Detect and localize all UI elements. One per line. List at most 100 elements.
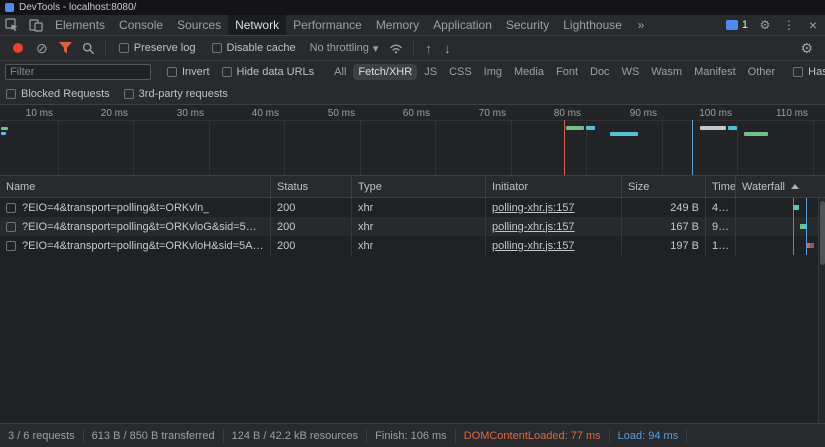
export-har-icon[interactable]: ↓	[438, 42, 457, 55]
filter-type-fetch-xhr[interactable]: Fetch/XHR	[353, 64, 418, 80]
inspect-element-icon[interactable]	[0, 15, 24, 35]
issues-bubble-icon	[725, 20, 738, 30]
invert-checkbox[interactable]: Invert	[167, 66, 210, 78]
ruler-gridline	[435, 120, 436, 175]
resource-type-filters: All Fetch/XHR JS CSS Img Media Font Doc WS Wasm Ma…	[328, 64, 781, 80]
request-name-cell[interactable]: ?EIO=4&transport=polling&t=ORKvln_	[0, 198, 271, 217]
request-status-cell: 200	[271, 236, 352, 255]
tab-console[interactable]: Console	[112, 15, 170, 35]
ruler-tick-label: 30 ms	[176, 108, 204, 119]
overview-band[interactable]: 10 ms 20 ms 30 ms 40 ms 50 ms 60 ms 70 ms 80 ms…	[0, 105, 825, 176]
network-settings-gear-icon[interactable]: ⚙	[794, 41, 819, 55]
table-row[interactable]: ?EIO=4&transport=polling&t=ORKvloG&sid=5…	[0, 217, 825, 236]
filter-type-all[interactable]: All	[329, 64, 351, 80]
row-checkbox[interactable]	[6, 221, 16, 232]
waterfall-bar	[803, 224, 807, 229]
record-button[interactable]	[13, 43, 23, 53]
waterfall-bar	[795, 205, 799, 210]
hide-data-urls-checkbox[interactable]: Hide data URLs	[221, 66, 315, 78]
disable-cache-label: Disable cache	[226, 42, 296, 54]
chevron-down-icon: ▾	[372, 42, 379, 55]
table-row[interactable]: ?EIO=4&transport=polling&t=ORKvln_ 200 xhr…	[0, 198, 825, 217]
has-blocked-cookies-label: Has blocked cookies	[808, 66, 825, 78]
filter-type-media[interactable]: Media	[509, 64, 549, 80]
third-party-requests-checkbox[interactable]: 3rd-party requests	[123, 88, 228, 100]
status-item: Load: 94 ms	[610, 428, 688, 443]
network-conditions-icon[interactable]	[384, 42, 408, 54]
blocked-requests-checkbox[interactable]: Blocked Requests	[6, 88, 110, 100]
checkbox-icon[interactable]	[221, 67, 232, 77]
filter-type-img[interactable]: Img	[479, 64, 507, 80]
request-name-cell[interactable]: ?EIO=4&transport=polling&t=ORKvloG&sid=5…	[0, 217, 271, 236]
tab-memory[interactable]: Memory	[369, 15, 426, 35]
filter-input[interactable]	[5, 64, 151, 80]
request-status: 200	[277, 239, 296, 252]
ruler-tick-label: 80 ms	[553, 108, 581, 119]
checkbox-icon[interactable]	[793, 67, 804, 77]
column-header-initiator[interactable]: Initiator	[486, 176, 622, 197]
tab-application[interactable]: Application	[426, 15, 499, 35]
checkbox-icon[interactable]	[211, 43, 222, 53]
column-header-size[interactable]: Size	[622, 176, 706, 197]
search-icon[interactable]	[77, 42, 100, 55]
has-blocked-cookies-checkbox[interactable]: Has blocked cookies	[793, 66, 825, 78]
disable-cache-checkbox[interactable]: Disable cache	[211, 42, 296, 54]
tab-sources[interactable]: Sources	[170, 15, 228, 35]
vertical-scrollbar[interactable]	[818, 198, 825, 423]
checkbox-icon[interactable]	[167, 67, 177, 77]
more-options-icon[interactable]: ⋮	[777, 18, 801, 32]
filter-type-manifest[interactable]: Manifest	[689, 64, 741, 80]
filter-type-doc[interactable]: Doc	[585, 64, 615, 80]
filter-type-wasm[interactable]: Wasm	[646, 64, 687, 80]
window-title: DevTools - localhost:8080/	[19, 2, 137, 13]
filter-type-css[interactable]: CSS	[444, 64, 477, 80]
ruler-tick-label: 10 ms	[25, 108, 53, 119]
ruler-gridline	[133, 120, 134, 175]
filter-type-ws[interactable]: WS	[617, 64, 645, 80]
requests-table: Name Status Type Initiator Size Time Waterfall…	[0, 176, 825, 423]
table-row[interactable]: ?EIO=4&transport=polling&t=ORKvloH&sid=5…	[0, 236, 825, 255]
column-header-type[interactable]: Type	[352, 176, 486, 197]
filter-type-other[interactable]: Other	[743, 64, 781, 80]
close-devtools-icon[interactable]: ×	[801, 17, 825, 33]
column-header-time[interactable]: Time	[706, 176, 736, 197]
checkbox-icon[interactable]	[123, 88, 134, 99]
tab-elements[interactable]: Elements	[48, 15, 112, 35]
preserve-log-checkbox[interactable]: Preserve log	[118, 42, 196, 54]
column-header-name[interactable]: Name	[0, 176, 271, 197]
more-tabs-button[interactable]: »	[629, 15, 653, 35]
request-waterfall-cell	[736, 217, 825, 236]
request-size-cell: 197 B	[622, 236, 706, 255]
issues-badge[interactable]: 1	[721, 19, 753, 31]
checkbox-icon[interactable]	[6, 88, 16, 99]
row-checkbox[interactable]	[6, 240, 16, 251]
checkbox-icon[interactable]	[118, 43, 129, 53]
settings-gear-icon[interactable]: ⚙	[753, 18, 777, 32]
overview-waterfall-bar	[1, 127, 8, 130]
filter-type-js[interactable]: JS	[419, 64, 442, 80]
tab-lighthouse[interactable]: Lighthouse	[556, 15, 629, 35]
ruler-tick-label: 20 ms	[100, 108, 128, 119]
column-header-waterfall[interactable]: Waterfall	[736, 176, 825, 197]
import-har-icon[interactable]: ↑	[419, 42, 438, 55]
request-name-cell[interactable]: ?EIO=4&transport=polling&t=ORKvloH&sid=5…	[0, 236, 271, 255]
scrollbar-thumb[interactable]	[820, 201, 825, 265]
tab-performance[interactable]: Performance	[286, 15, 369, 35]
tab-network[interactable]: Network	[228, 15, 287, 35]
tab-security[interactable]: Security	[499, 15, 556, 35]
request-status-cell: 200	[271, 217, 352, 236]
filter-type-font[interactable]: Font	[551, 64, 583, 80]
status-item: 124 B / 42.2 kB resources	[224, 428, 368, 443]
throttling-select[interactable]: No throttling ▾	[310, 42, 379, 55]
hide-data-urls-label: Hide data URLs	[236, 66, 315, 78]
column-header-status[interactable]: Status	[271, 176, 352, 197]
device-toolbar-icon[interactable]	[24, 15, 48, 35]
request-initiator-cell: polling-xhr.js:157	[486, 236, 622, 255]
clear-requests-icon[interactable]: ⊘	[30, 41, 54, 55]
initiator-link[interactable]: polling-xhr.js:157	[492, 221, 575, 233]
initiator-link[interactable]: polling-xhr.js:157	[492, 202, 575, 214]
filter-funnel-icon[interactable]	[54, 42, 77, 54]
network-rows: ?EIO=4&transport=polling&t=ORKvln_ 200 xhr…	[0, 198, 825, 255]
row-checkbox[interactable]	[6, 202, 16, 213]
initiator-link[interactable]: polling-xhr.js:157	[492, 240, 575, 252]
